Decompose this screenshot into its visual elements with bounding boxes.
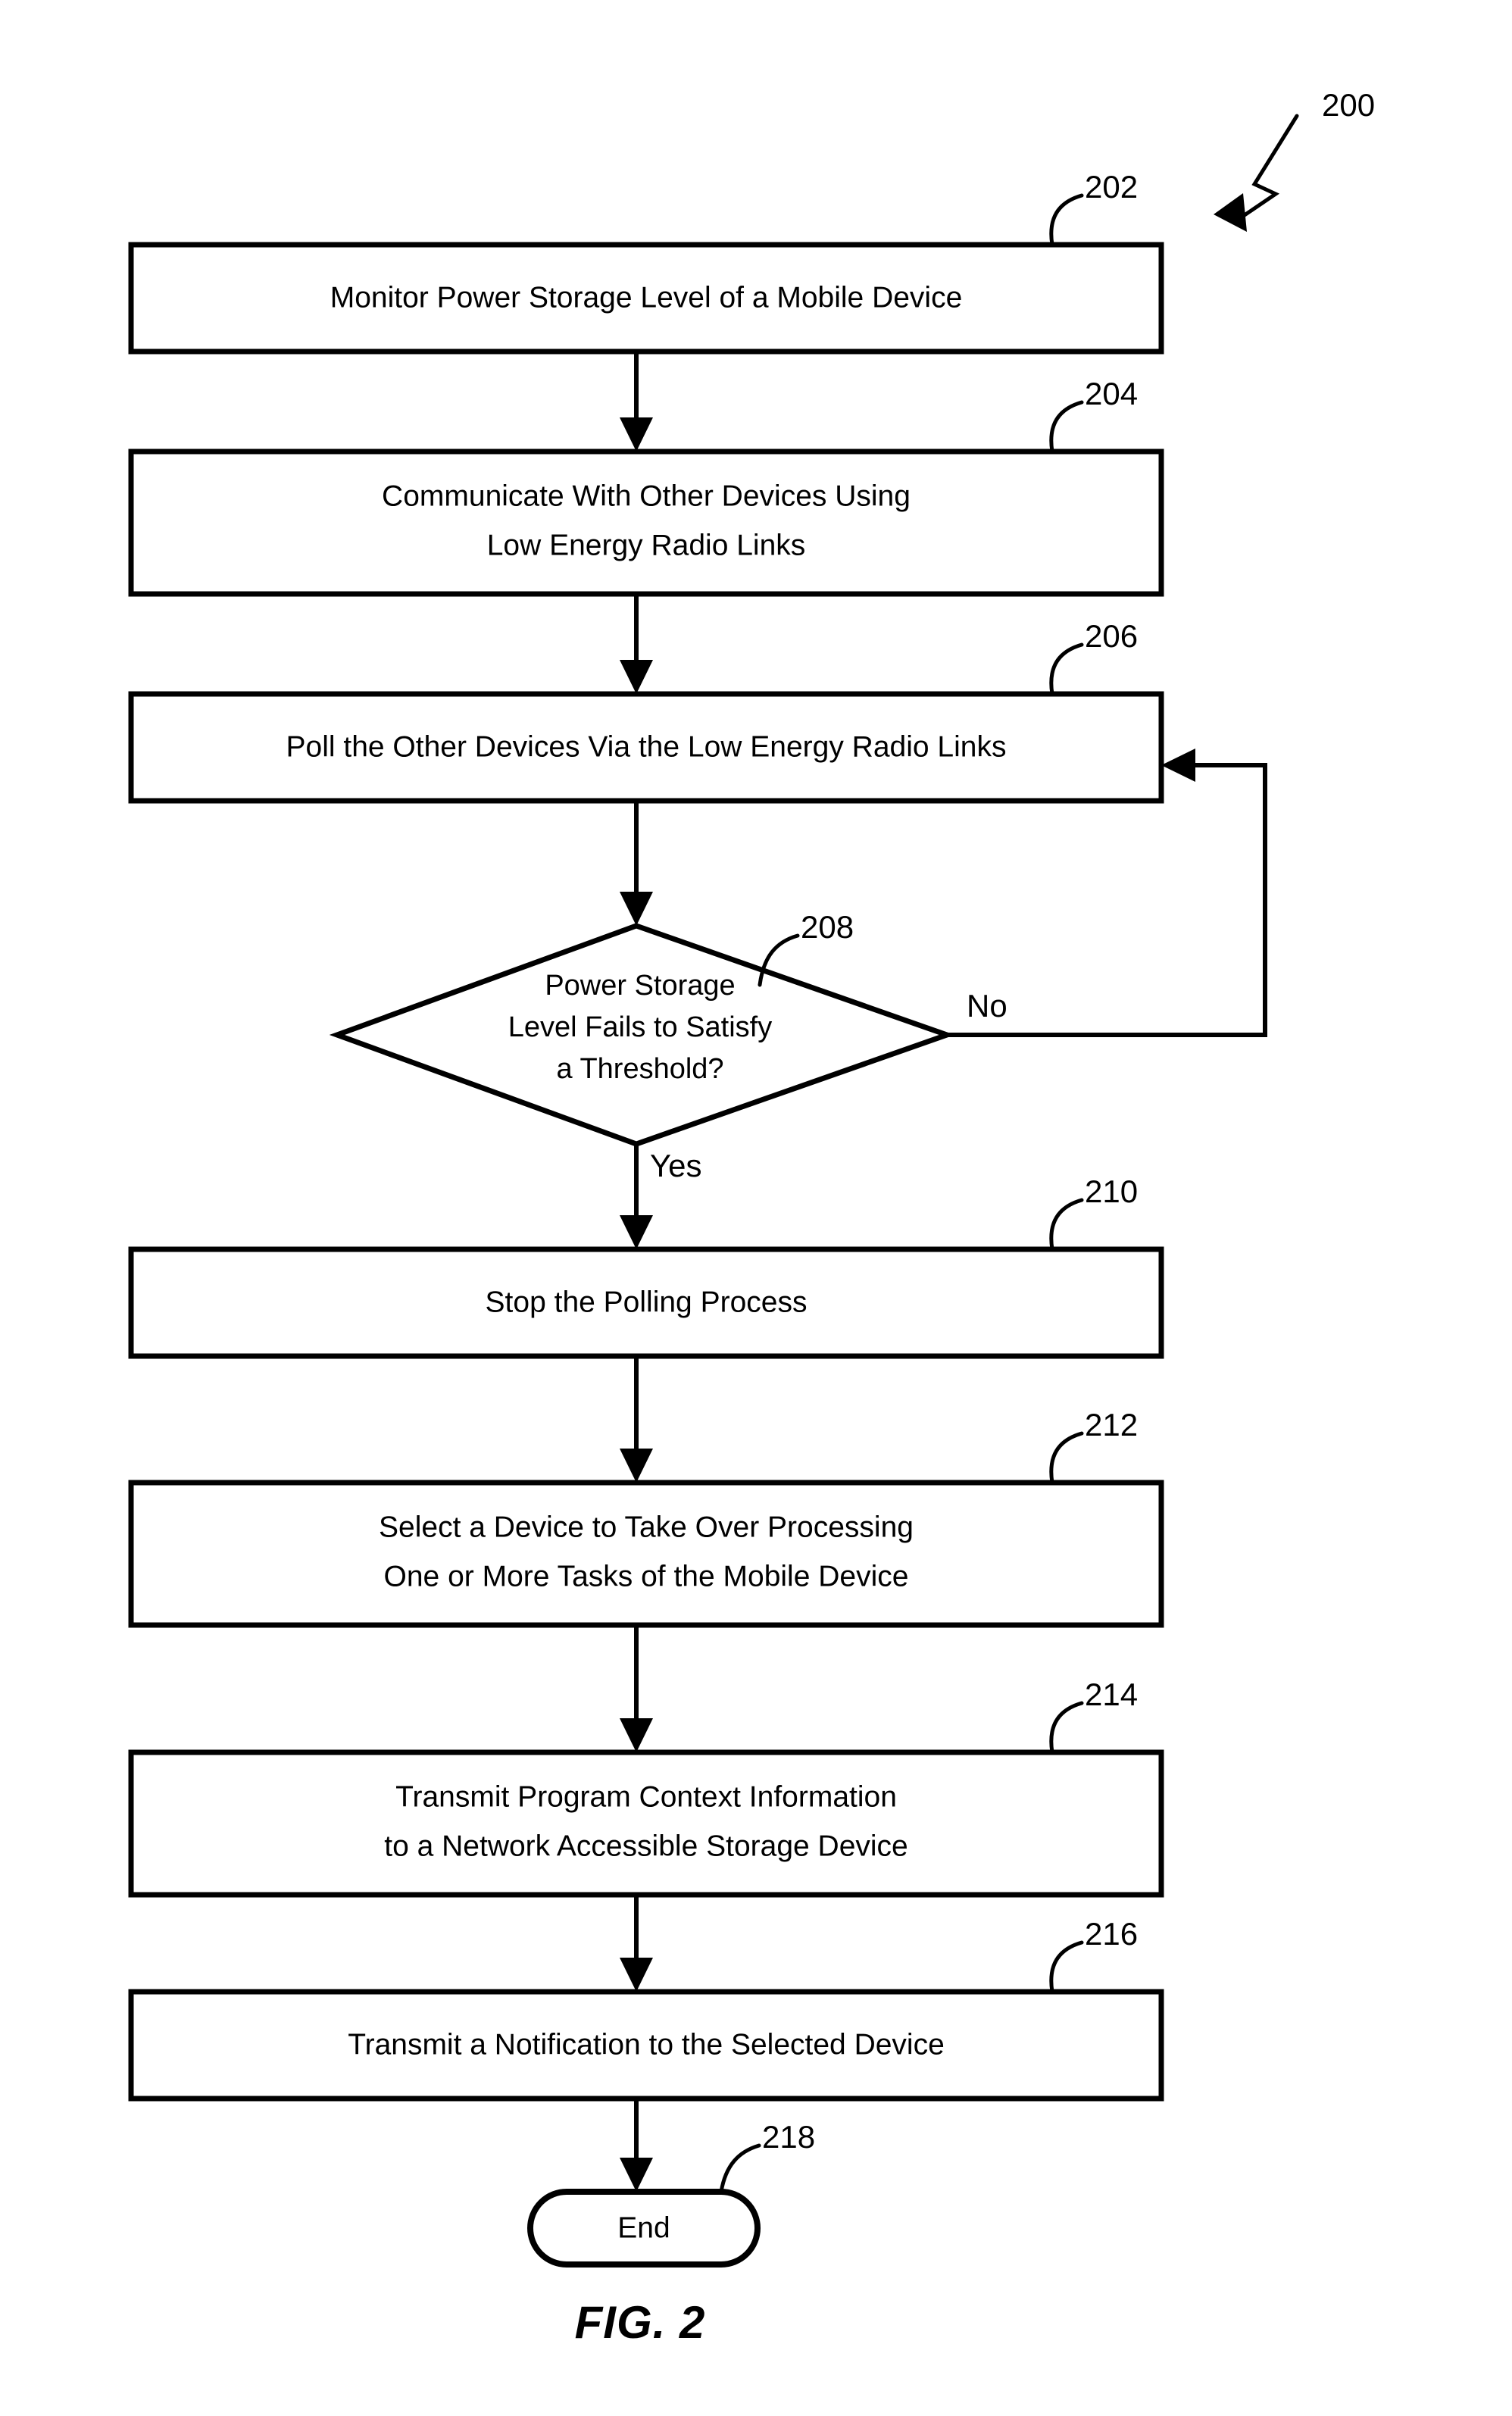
branch-yes-group: Yes [620,1144,702,1249]
node-210-leader-line [1049,1198,1084,1252]
node-214-box[interactable] [128,1749,1164,1898]
connector-206-208-arrowhead [620,892,653,926]
node-216-label: Transmit a Notification to the Selected … [348,2028,945,2061]
lightning-leader-line [1236,114,1299,222]
branch-no-arrowhead [1161,749,1195,782]
node-212-box[interactable] [128,1480,1164,1628]
node-218-ref: 218 [762,2119,815,2155]
connector-204-206-arrowhead [620,660,653,694]
node-212-ref: 212 [1085,1407,1138,1442]
node-208-ref: 208 [801,909,854,945]
branch-yes-arrowhead [620,1215,653,1249]
node-208-label-line3: a Threshold? [556,1053,723,1085]
node-208-group: Power Storage Level Fails to Satisfy a T… [329,909,955,1147]
node-214-ref: 214 [1085,1677,1138,1712]
node-202-ref: 202 [1085,169,1138,205]
connector-214-216 [620,1895,653,1992]
node-216-ref: 216 [1085,1916,1138,1952]
node-218-leader-line [719,2143,761,2194]
branch-yes-label: Yes [650,1148,702,1183]
node-206-label: Poll the Other Devices Via the Low Energ… [286,730,1007,763]
node-216-leader-line [1049,1940,1084,1994]
node-204-box[interactable] [128,449,1164,597]
node-214-leader-line [1049,1701,1084,1755]
node-208-label-line2: Level Fails to Satisfy [508,1011,772,1043]
node-212-label-line2: One or More Tasks of the Mobile Device [384,1560,909,1592]
connector-202-204-arrowhead [620,417,653,452]
node-204-leader-line [1049,400,1084,454]
connector-204-206 [620,594,653,694]
branch-no-label: No [967,988,1007,1024]
node-202-group: Monitor Power Storage Level of a Mobile … [128,169,1164,355]
connector-202-204 [620,352,653,452]
connector-212-214 [620,1625,653,1752]
node-202-leader-line [1049,193,1084,247]
connector-212-214-arrowhead [620,1718,653,1752]
node-212-label-line1: Select a Device to Take Over Processing [379,1511,914,1543]
node-204-ref: 204 [1085,376,1138,411]
node-216-group: Transmit a Notification to the Selected … [128,1916,1164,2102]
connector-216-218 [620,2099,653,2192]
node-218-group: End 218 [527,2119,815,2268]
node-204-group: Communicate With Other Devices Using Low… [128,376,1164,597]
connector-214-216-arrowhead [620,1958,653,1992]
node-214-label-line2: to a Network Accessible Storage Device [384,1830,908,1862]
node-210-ref: 210 [1085,1174,1138,1209]
node-212-group: Select a Device to Take Over Processing … [128,1407,1164,1628]
connector-206-208 [620,801,653,926]
node-210-label: Stop the Polling Process [486,1286,808,1318]
connector-210-212 [620,1356,653,1483]
node-206-group: Poll the Other Devices Via the Low Energ… [128,618,1164,804]
figure-ref-200: 200 [1322,87,1375,123]
node-208-label-line1: Power Storage [545,970,735,1002]
lightning-leader-arrowhead [1214,193,1247,232]
node-214-label-line1: Transmit Program Context Information [395,1780,897,1813]
node-210-group: Stop the Polling Process 210 [128,1174,1164,1359]
node-212-leader-line [1049,1431,1084,1485]
node-218-label: End [617,2211,670,2244]
node-204-label-line2: Low Energy Radio Links [487,529,806,561]
connector-210-212-arrowhead [620,1449,653,1483]
patent-figure: 200 Monitor Power Storage Level of a Mob… [0,0,1512,2416]
node-206-ref: 206 [1085,618,1138,654]
connector-216-218-arrowhead [620,2158,653,2192]
figure-ref-200-group: 200 [1214,87,1375,232]
node-202-label: Monitor Power Storage Level of a Mobile … [330,281,963,314]
node-214-group: Transmit Program Context Information to … [128,1677,1164,1898]
node-204-label-line1: Communicate With Other Devices Using [382,480,911,512]
flowchart-canvas: 200 Monitor Power Storage Level of a Mob… [128,87,1375,2348]
node-206-leader-line [1049,642,1084,696]
figure-caption: FIG. 2 [575,2297,706,2348]
